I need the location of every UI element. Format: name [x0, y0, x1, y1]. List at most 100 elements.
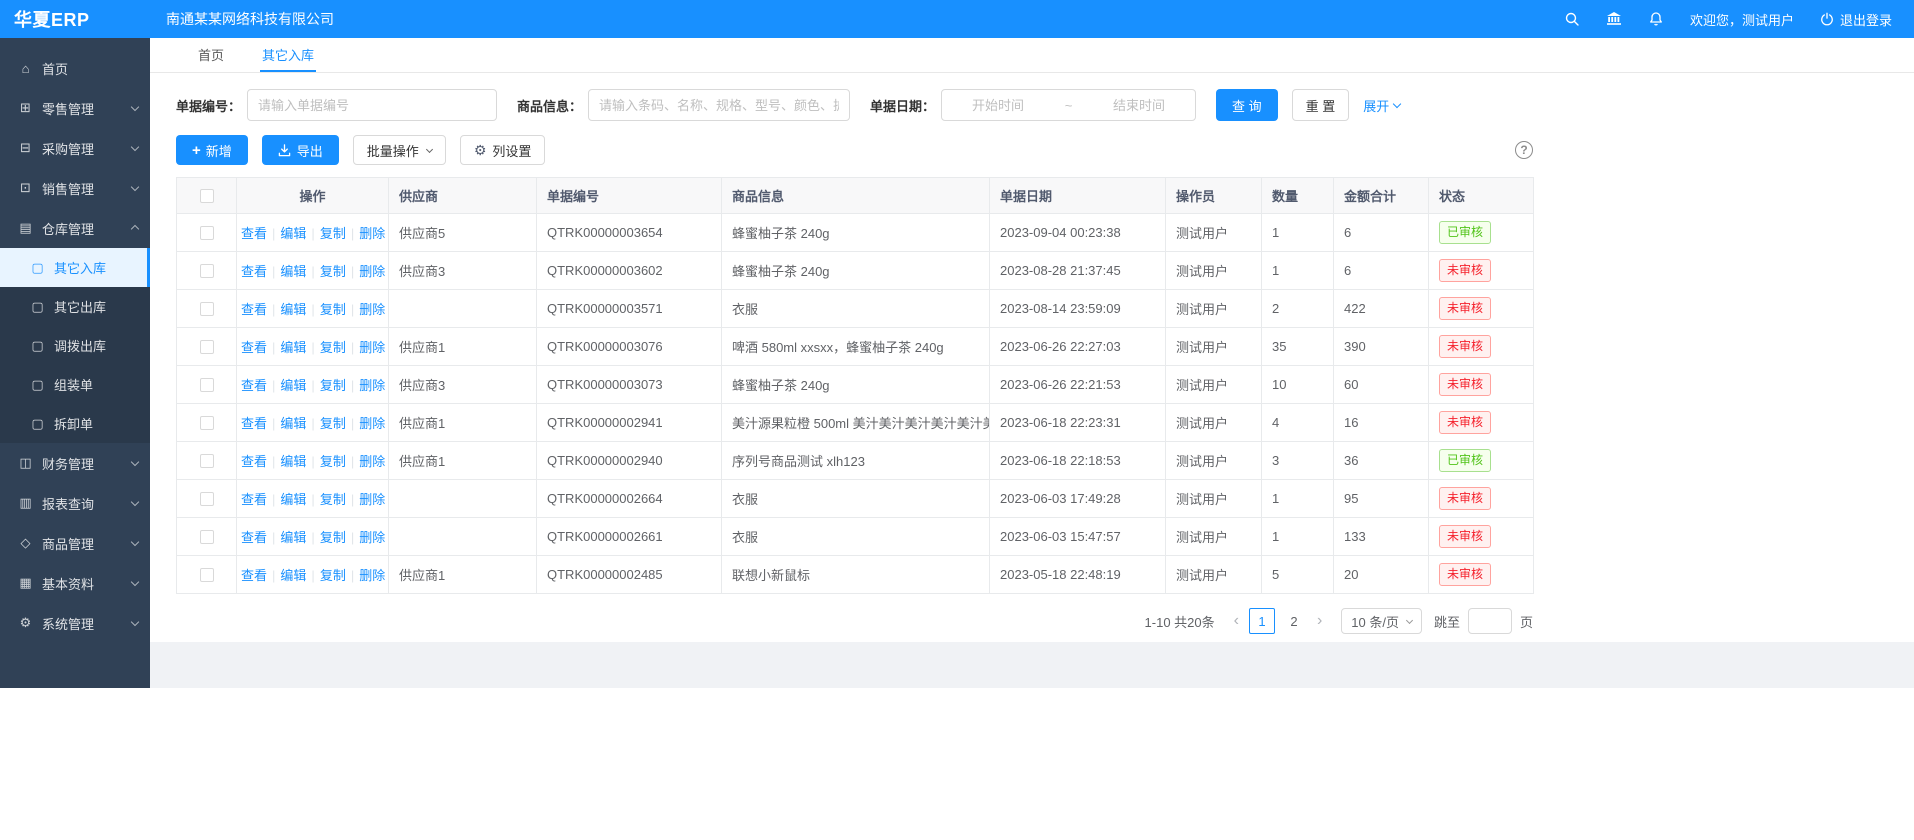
select-all-checkbox[interactable] [200, 189, 214, 203]
page-size-select[interactable]: 10 条/页 [1341, 608, 1422, 634]
view-link[interactable]: 查看 [241, 530, 267, 545]
row-checkbox[interactable] [200, 264, 214, 278]
row-checkbox[interactable] [200, 302, 214, 316]
sidebar-item-goods[interactable]: ◇商品管理 [0, 523, 150, 563]
help-icon[interactable]: ? [1515, 141, 1533, 159]
action-separator: | [311, 530, 314, 545]
view-link[interactable]: 查看 [241, 264, 267, 279]
column-settings-button[interactable]: ⚙ 列设置 [460, 135, 546, 165]
welcome-text: 欢迎您，测试用户 [1690, 10, 1794, 29]
edit-link[interactable]: 编辑 [280, 340, 306, 355]
product-info-input[interactable] [588, 89, 850, 121]
bill-date-filter: 单据日期： ~ [870, 89, 1196, 121]
row-checkbox[interactable] [200, 492, 214, 506]
edit-link[interactable]: 编辑 [280, 416, 306, 431]
edit-link[interactable]: 编辑 [280, 302, 306, 317]
batch-actions-button[interactable]: 批量操作 [353, 135, 446, 165]
prev-page-button[interactable]: ‹ [1227, 613, 1246, 629]
sidebar-item-basedata[interactable]: ▦基本资料 [0, 563, 150, 603]
view-link[interactable]: 查看 [241, 416, 267, 431]
sidebar-item-disassembly-order[interactable]: ▢拆卸单 [0, 404, 150, 443]
copy-link[interactable]: 复制 [320, 226, 346, 241]
copy-link[interactable]: 复制 [320, 416, 346, 431]
sidebar-item-other-inbound[interactable]: ▢其它入库 [0, 248, 150, 287]
row-checkbox[interactable] [200, 340, 214, 354]
copy-link[interactable]: 复制 [320, 454, 346, 469]
reset-button[interactable]: 重 置 [1292, 89, 1350, 121]
row-checkbox[interactable] [200, 568, 214, 582]
edit-link[interactable]: 编辑 [280, 492, 306, 507]
tab-other-inbound[interactable]: 其它入库 [260, 38, 316, 72]
delete-link[interactable]: 删除 [359, 454, 385, 469]
view-link[interactable]: 查看 [241, 568, 267, 583]
sidebar-item-warehouse[interactable]: ▤仓库管理 [0, 208, 150, 248]
copy-link[interactable]: 复制 [320, 492, 346, 507]
jump-page-input[interactable] [1468, 608, 1512, 634]
bill-no-cell: QTRK00000002664 [537, 480, 722, 518]
delete-link[interactable]: 删除 [359, 340, 385, 355]
sidebar-item-home[interactable]: ⌂首页 [0, 48, 150, 88]
view-link[interactable]: 查看 [241, 226, 267, 241]
view-link[interactable]: 查看 [241, 492, 267, 507]
copy-link[interactable]: 复制 [320, 340, 346, 355]
export-button[interactable]: 导出 [262, 135, 339, 165]
row-checkbox[interactable] [200, 416, 214, 430]
action-separator: | [272, 416, 275, 431]
sidebar-item-other-outbound[interactable]: ▢其它出库 [0, 287, 150, 326]
sidebar-item-retail[interactable]: ⊞零售管理 [0, 88, 150, 128]
delete-link[interactable]: 删除 [359, 530, 385, 545]
expand-filters-link[interactable]: 展开 [1363, 96, 1400, 115]
sidebar-item-report[interactable]: ▥报表查询 [0, 483, 150, 523]
date-end-input[interactable] [1089, 98, 1189, 113]
date-range-picker[interactable]: ~ [941, 89, 1196, 121]
view-link[interactable]: 查看 [241, 454, 267, 469]
page-button-1[interactable]: 1 [1249, 608, 1275, 634]
delete-link[interactable]: 删除 [359, 302, 385, 317]
copy-link[interactable]: 复制 [320, 378, 346, 393]
page-button-2[interactable]: 2 [1281, 608, 1307, 634]
search-icon[interactable] [1564, 11, 1580, 27]
view-link[interactable]: 查看 [241, 340, 267, 355]
copy-link[interactable]: 复制 [320, 530, 346, 545]
next-page-button[interactable]: › [1310, 613, 1329, 629]
delete-link[interactable]: 删除 [359, 492, 385, 507]
organization-bank-icon[interactable] [1606, 11, 1622, 27]
delete-link[interactable]: 删除 [359, 416, 385, 431]
copy-link[interactable]: 复制 [320, 568, 346, 583]
sidebar-item-assembly-order[interactable]: ▢组装单 [0, 365, 150, 404]
edit-link[interactable]: 编辑 [280, 226, 306, 241]
sidebar-item-system[interactable]: ⚙系统管理 [0, 603, 150, 643]
action-separator: | [272, 226, 275, 241]
delete-link[interactable]: 删除 [359, 264, 385, 279]
sidebar-item-sales[interactable]: ⊡销售管理 [0, 168, 150, 208]
tab-home[interactable]: 首页 [196, 38, 226, 72]
edit-link[interactable]: 编辑 [280, 530, 306, 545]
search-button[interactable]: 查 询 [1216, 89, 1278, 121]
supplier-cell: 供应商1 [389, 328, 537, 366]
copy-link[interactable]: 复制 [320, 302, 346, 317]
sidebar-item-purchase[interactable]: ⊟采购管理 [0, 128, 150, 168]
row-checkbox[interactable] [200, 454, 214, 468]
copy-link[interactable]: 复制 [320, 264, 346, 279]
bill-no-input[interactable] [247, 89, 497, 121]
row-checkbox[interactable] [200, 530, 214, 544]
delete-link[interactable]: 删除 [359, 226, 385, 241]
date-start-input[interactable] [948, 98, 1048, 113]
view-link[interactable]: 查看 [241, 378, 267, 393]
row-checkbox[interactable] [200, 226, 214, 240]
add-button[interactable]: + 新增 [176, 135, 248, 165]
table-row: 查看|编辑|复制|删除供应商1QTRK00000002941美汁源果粒橙 500… [177, 404, 1534, 442]
edit-link[interactable]: 编辑 [280, 378, 306, 393]
sidebar-item-transfer-outbound[interactable]: ▢调拨出库 [0, 326, 150, 365]
edit-link[interactable]: 编辑 [280, 264, 306, 279]
sidebar-item-finance[interactable]: ◫财务管理 [0, 443, 150, 483]
view-link[interactable]: 查看 [241, 302, 267, 317]
delete-link[interactable]: 删除 [359, 568, 385, 583]
edit-link[interactable]: 编辑 [280, 454, 306, 469]
warehouse-icon: ▤ [18, 220, 33, 236]
logout-button[interactable]: 退出登录 [1820, 10, 1892, 29]
notification-bell-icon[interactable] [1648, 11, 1664, 27]
row-checkbox[interactable] [200, 378, 214, 392]
delete-link[interactable]: 删除 [359, 378, 385, 393]
edit-link[interactable]: 编辑 [280, 568, 306, 583]
